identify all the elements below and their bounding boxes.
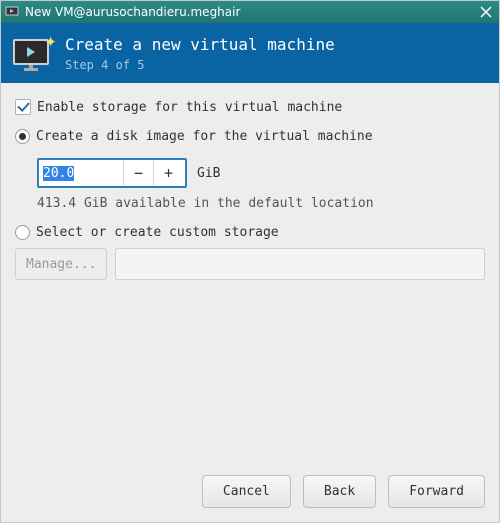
window-titlebar: New VM@aurusochandieru.meghair (1, 1, 499, 23)
enable-storage-label: Enable storage for this virtual machine (37, 100, 342, 115)
custom-storage-path-input (115, 248, 485, 280)
wizard-content: Enable storage for this virtual machine … (1, 83, 499, 465)
create-disk-label: Create a disk image for the virtual mach… (36, 129, 373, 144)
wizard-title: Create a new virtual machine (65, 35, 335, 54)
back-button[interactable]: Back (303, 475, 376, 508)
disk-size-spinner: − + (37, 158, 187, 188)
manage-button: Manage... (15, 248, 107, 280)
disk-size-section: − + GiB 413.4 GiB available in the defau… (37, 158, 485, 211)
disk-size-row: − + GiB (37, 158, 485, 188)
create-disk-row[interactable]: Create a disk image for the virtual mach… (15, 129, 485, 144)
app-icon (5, 5, 19, 19)
custom-storage-radio[interactable] (15, 225, 30, 240)
window-title: New VM@aurusochandieru.meghair (25, 5, 477, 19)
enable-storage-checkbox[interactable] (15, 99, 31, 115)
available-space-text: 413.4 GiB available in the default locat… (37, 196, 485, 211)
custom-storage-controls: Manage... (15, 248, 485, 280)
vm-monitor-icon: ✦ (13, 35, 53, 71)
spinner-increment[interactable]: + (153, 160, 183, 186)
create-disk-radio[interactable] (15, 129, 30, 144)
disk-size-input[interactable] (39, 160, 123, 186)
spinner-decrement[interactable]: − (123, 160, 153, 186)
close-icon[interactable] (477, 3, 495, 21)
enable-storage-row[interactable]: Enable storage for this virtual machine (15, 99, 485, 115)
custom-storage-label: Select or create custom storage (36, 225, 279, 240)
wizard-step: Step 4 of 5 (65, 58, 335, 72)
custom-storage-row[interactable]: Select or create custom storage (15, 225, 485, 240)
forward-button[interactable]: Forward (388, 475, 485, 508)
cancel-button[interactable]: Cancel (202, 475, 291, 508)
wizard-header-text: Create a new virtual machine Step 4 of 5 (65, 35, 335, 72)
wizard-header: ✦ Create a new virtual machine Step 4 of… (1, 23, 499, 83)
disk-size-unit: GiB (197, 166, 220, 181)
new-vm-window: New VM@aurusochandieru.meghair ✦ Create … (0, 0, 500, 523)
wizard-footer: Cancel Back Forward (1, 465, 499, 522)
